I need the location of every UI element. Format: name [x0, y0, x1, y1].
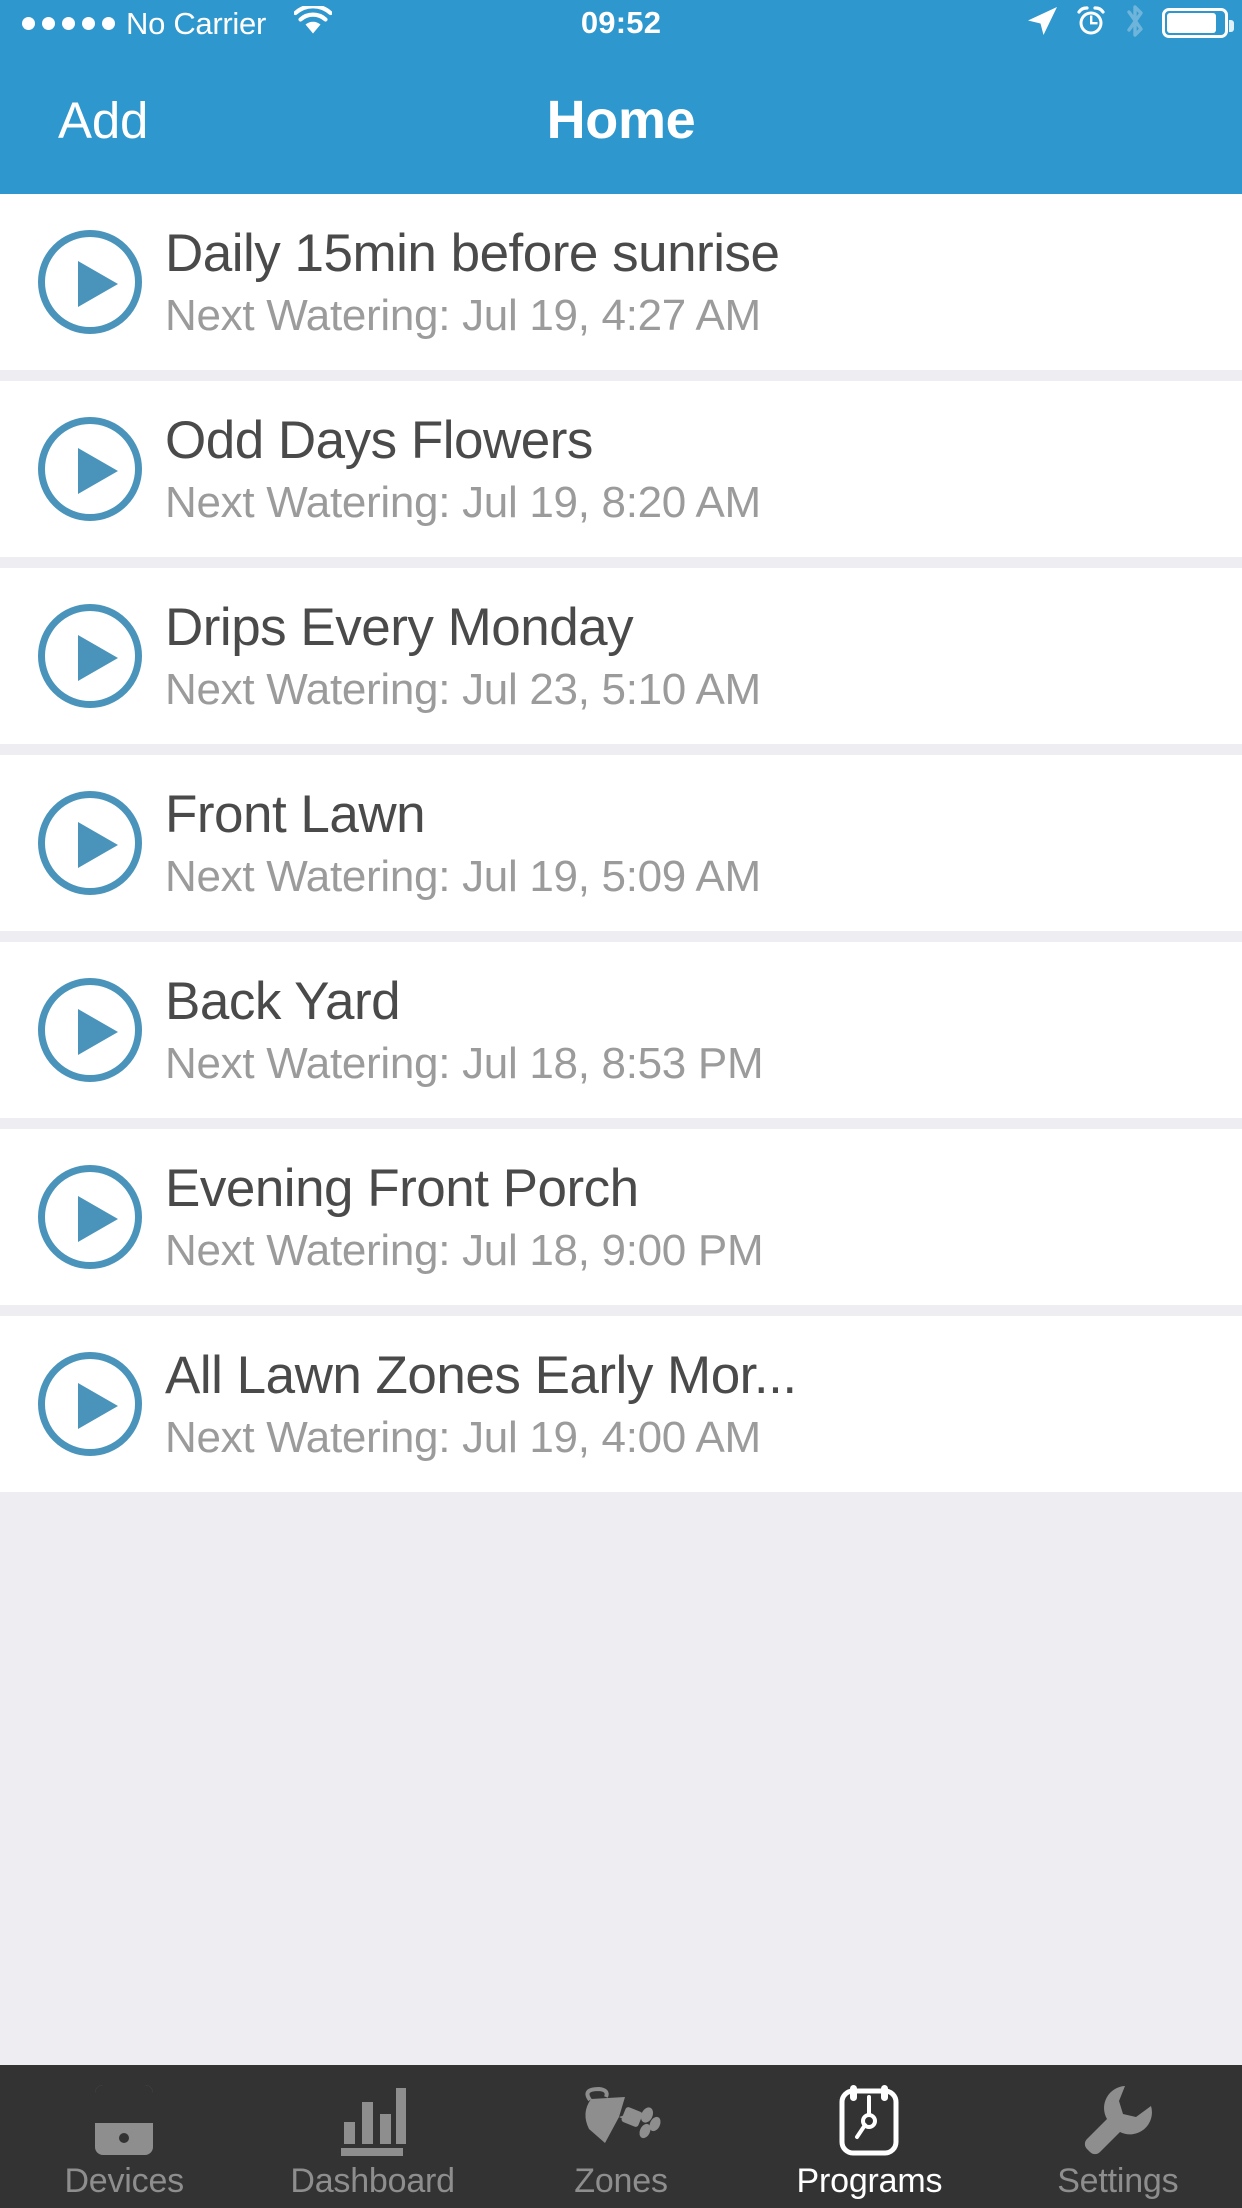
battery-icon — [1162, 8, 1234, 38]
tab-label: Programs — [796, 2162, 943, 2200]
play-circle-icon[interactable] — [38, 978, 142, 1082]
program-row[interactable]: Evening Front Porch Next Watering: Jul 18… — [0, 1129, 1242, 1305]
program-title: All Lawn Zones Early Mor... — [165, 1345, 797, 1405]
program-row[interactable]: Back Yard Next Watering: Jul 18, 8:53 PM — [0, 942, 1242, 1118]
program-next-watering: Next Watering: Jul 19, 5:09 AM — [165, 852, 761, 902]
play-circle-icon[interactable] — [38, 417, 142, 521]
program-row[interactable]: All Lawn Zones Early Mor... Next Watering… — [0, 1316, 1242, 1492]
program-next-watering: Next Watering: Jul 19, 8:20 AM — [165, 478, 761, 528]
program-row[interactable]: Odd Days Flowers Next Watering: Jul 19, 8… — [0, 381, 1242, 557]
tab-devices[interactable]: Devices — [0, 2065, 248, 2208]
status-bar: No Carrier 09:52 — [0, 0, 1242, 46]
tab-label: Devices — [64, 2162, 184, 2200]
program-title: Back Yard — [165, 971, 401, 1031]
tab-bar[interactable]: Devices Dashboard Zones Programs Settings — [0, 2065, 1242, 2208]
bar-chart-icon — [248, 2084, 496, 2156]
program-next-watering: Next Watering: Jul 18, 8:53 PM — [165, 1039, 764, 1089]
tab-dashboard[interactable]: Dashboard — [248, 2065, 496, 2208]
tab-label: Zones — [574, 2162, 668, 2200]
device-tablet-icon — [0, 2084, 248, 2156]
row-separator — [0, 744, 1242, 755]
wrench-icon — [994, 2084, 1242, 2156]
tab-zones[interactable]: Zones — [497, 2065, 745, 2208]
play-circle-icon[interactable] — [38, 1165, 142, 1269]
row-separator — [0, 1492, 1242, 1503]
row-separator — [0, 1118, 1242, 1129]
calendar-clock-icon — [745, 2084, 993, 2156]
status-bar-right — [1025, 0, 1234, 46]
play-circle-icon[interactable] — [38, 1352, 142, 1456]
program-title: Evening Front Porch — [165, 1158, 639, 1218]
program-title: Front Lawn — [165, 784, 426, 844]
program-row-text: All Lawn Zones Early Mor... Next Watering… — [165, 1346, 1242, 1463]
program-row-text: Daily 15min before sunrise Next Watering:… — [165, 224, 1242, 341]
navigation-bar: Add Home — [0, 46, 1242, 194]
row-separator — [0, 557, 1242, 568]
tab-settings[interactable]: Settings — [994, 2065, 1242, 2208]
bluetooth-icon — [1123, 3, 1147, 44]
row-separator — [0, 370, 1242, 381]
app-screen: No Carrier 09:52 Add Home Daily 15min be… — [0, 0, 1242, 2208]
row-separator — [0, 1305, 1242, 1316]
play-circle-icon[interactable] — [38, 791, 142, 895]
program-next-watering: Next Watering: Jul 18, 9:00 PM — [165, 1226, 764, 1276]
program-title: Daily 15min before sunrise — [165, 223, 780, 283]
location-arrow-icon — [1025, 4, 1059, 43]
tab-label: Settings — [1057, 2162, 1179, 2200]
program-next-watering: Next Watering: Jul 19, 4:00 AM — [165, 1413, 761, 1463]
program-row[interactable]: Drips Every Monday Next Watering: Jul 23,… — [0, 568, 1242, 744]
page-title: Home — [546, 90, 696, 150]
play-circle-icon[interactable] — [38, 230, 142, 334]
tab-programs[interactable]: Programs — [745, 2065, 993, 2208]
program-title: Odd Days Flowers — [165, 410, 593, 470]
program-row-text: Front Lawn Next Watering: Jul 19, 5:09 AM — [165, 785, 1242, 902]
program-row[interactable]: Daily 15min before sunrise Next Watering:… — [0, 194, 1242, 370]
program-title: Drips Every Monday — [165, 597, 634, 657]
alarm-clock-icon — [1074, 4, 1108, 43]
tab-label: Dashboard — [290, 2162, 455, 2200]
program-next-watering: Next Watering: Jul 23, 5:10 AM — [165, 665, 761, 715]
program-row-text: Odd Days Flowers Next Watering: Jul 19, 8… — [165, 411, 1242, 528]
program-row-text: Evening Front Porch Next Watering: Jul 18… — [165, 1159, 1242, 1276]
play-circle-icon[interactable] — [38, 604, 142, 708]
program-row-text: Drips Every Monday Next Watering: Jul 23,… — [165, 598, 1242, 715]
program-row[interactable]: Front Lawn Next Watering: Jul 19, 5:09 AM — [0, 755, 1242, 931]
program-next-watering: Next Watering: Jul 19, 4:27 AM — [165, 291, 761, 341]
program-row-text: Back Yard Next Watering: Jul 18, 8:53 PM — [165, 972, 1242, 1089]
watering-can-icon — [497, 2084, 745, 2156]
program-list[interactable]: Daily 15min before sunrise Next Watering:… — [0, 194, 1242, 2065]
row-separator — [0, 931, 1242, 942]
